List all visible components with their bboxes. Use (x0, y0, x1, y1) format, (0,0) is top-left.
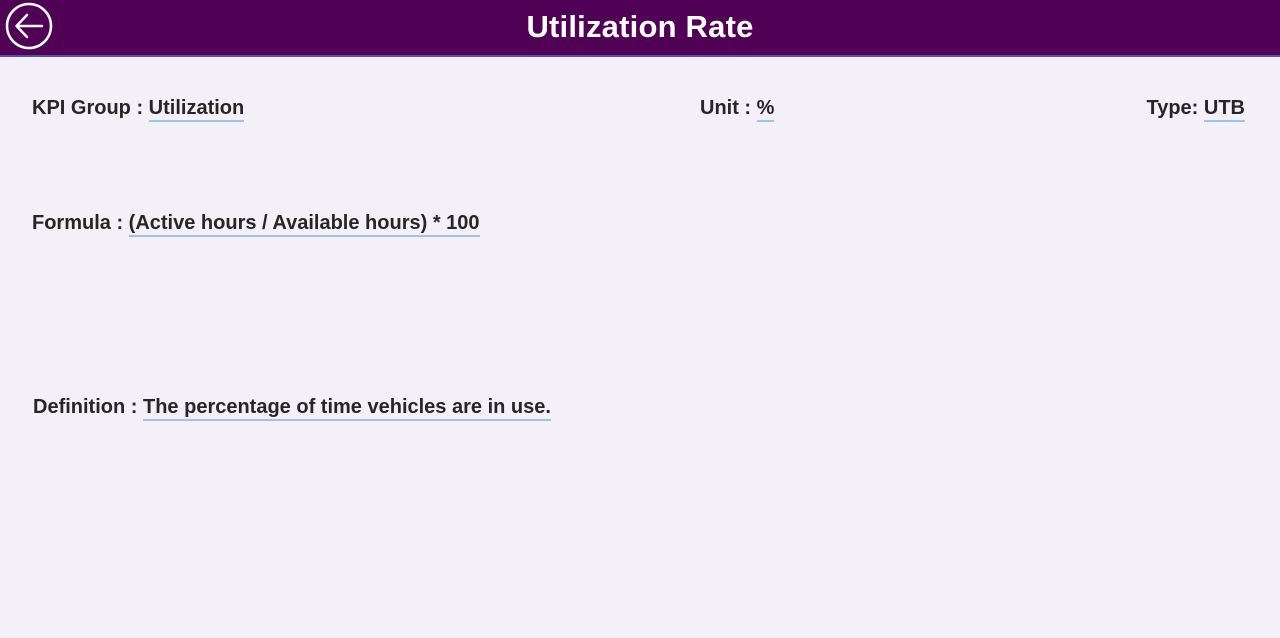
kpi-group-field: KPI Group : Utilization (32, 97, 245, 122)
header-bar: Utilization Rate (0, 0, 1280, 57)
type-label: Type: (1146, 97, 1204, 119)
kpi-group-label: KPI Group : (32, 97, 149, 119)
formula-label: Formula : (32, 212, 129, 234)
unit-label: Unit : (700, 97, 757, 119)
type-field: Type: UTB (1146, 97, 1245, 122)
type-value: UTB (1203, 97, 1245, 122)
unit-field: Unit : % (700, 97, 775, 122)
unit-value: % (756, 97, 775, 122)
kpi-group-value: Utilization (148, 97, 245, 122)
definition-value: The percentage of time vehicles are in u… (142, 396, 551, 421)
page-title: Utilization Rate (526, 9, 754, 44)
formula-value: (Active hours / Available hours) * 100 (128, 212, 480, 237)
formula-field: Formula : (Active hours / Available hour… (32, 212, 480, 237)
definition-field: Definition : The percentage of time vehi… (33, 396, 551, 421)
definition-label: Definition : (33, 396, 143, 418)
